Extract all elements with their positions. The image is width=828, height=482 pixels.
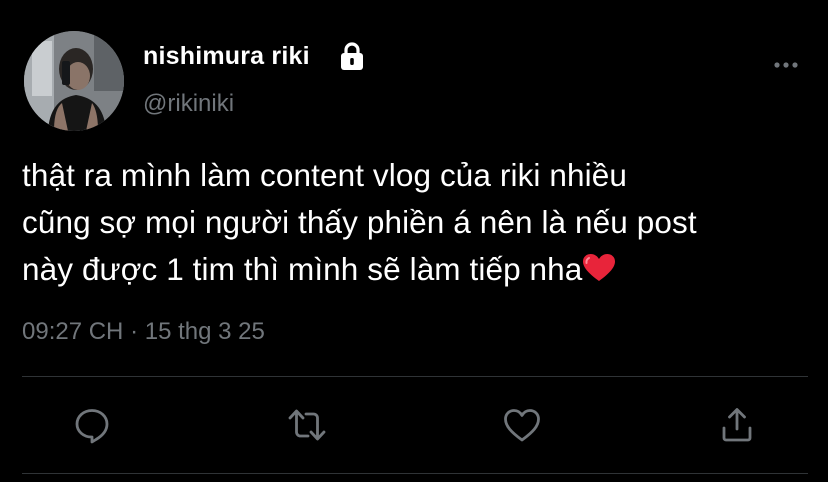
divider (22, 473, 808, 474)
lock-icon (341, 42, 363, 70)
tweet-text-line-last: này được 1 tim thì mình sẽ làm tiếp nha (22, 246, 812, 293)
tweet-card: nishimura riki @rikiniki thật ra mình là… (0, 0, 828, 482)
more-options-icon[interactable] (772, 57, 800, 73)
avatar-photo (24, 31, 124, 131)
tweet-time: 09:27 CH (22, 318, 124, 345)
tweet-date: 15 thg 3 25 (144, 318, 265, 345)
reply-icon (75, 409, 109, 444)
reply-button[interactable] (72, 405, 112, 445)
user-handle[interactable]: @rikiniki (143, 90, 234, 118)
red-heart-emoji-icon (583, 254, 616, 281)
retweet-button[interactable] (287, 405, 327, 445)
divider (22, 376, 808, 377)
tweet-text: thật ra mình làm content vlog của riki n… (22, 152, 812, 293)
tweet-text-line: thật ra mình làm content vlog của riki n… (22, 157, 627, 193)
retweet-icon (288, 409, 326, 441)
tweet-text-line: này được 1 tim thì mình sẽ làm tiếp nha (22, 251, 583, 287)
heart-icon (504, 409, 540, 442)
like-button[interactable] (502, 405, 542, 445)
avatar[interactable] (24, 31, 124, 131)
meta-separator: · (130, 318, 139, 345)
display-name[interactable]: nishimura riki (143, 42, 310, 71)
share-button[interactable] (717, 405, 757, 445)
share-icon (722, 408, 752, 442)
tweet-text-line: cũng sợ mọi người thấy phiền á nên là nế… (22, 204, 697, 240)
tweet-timestamp[interactable]: 09:27 CH · 15 thg 3 25 (22, 318, 265, 346)
